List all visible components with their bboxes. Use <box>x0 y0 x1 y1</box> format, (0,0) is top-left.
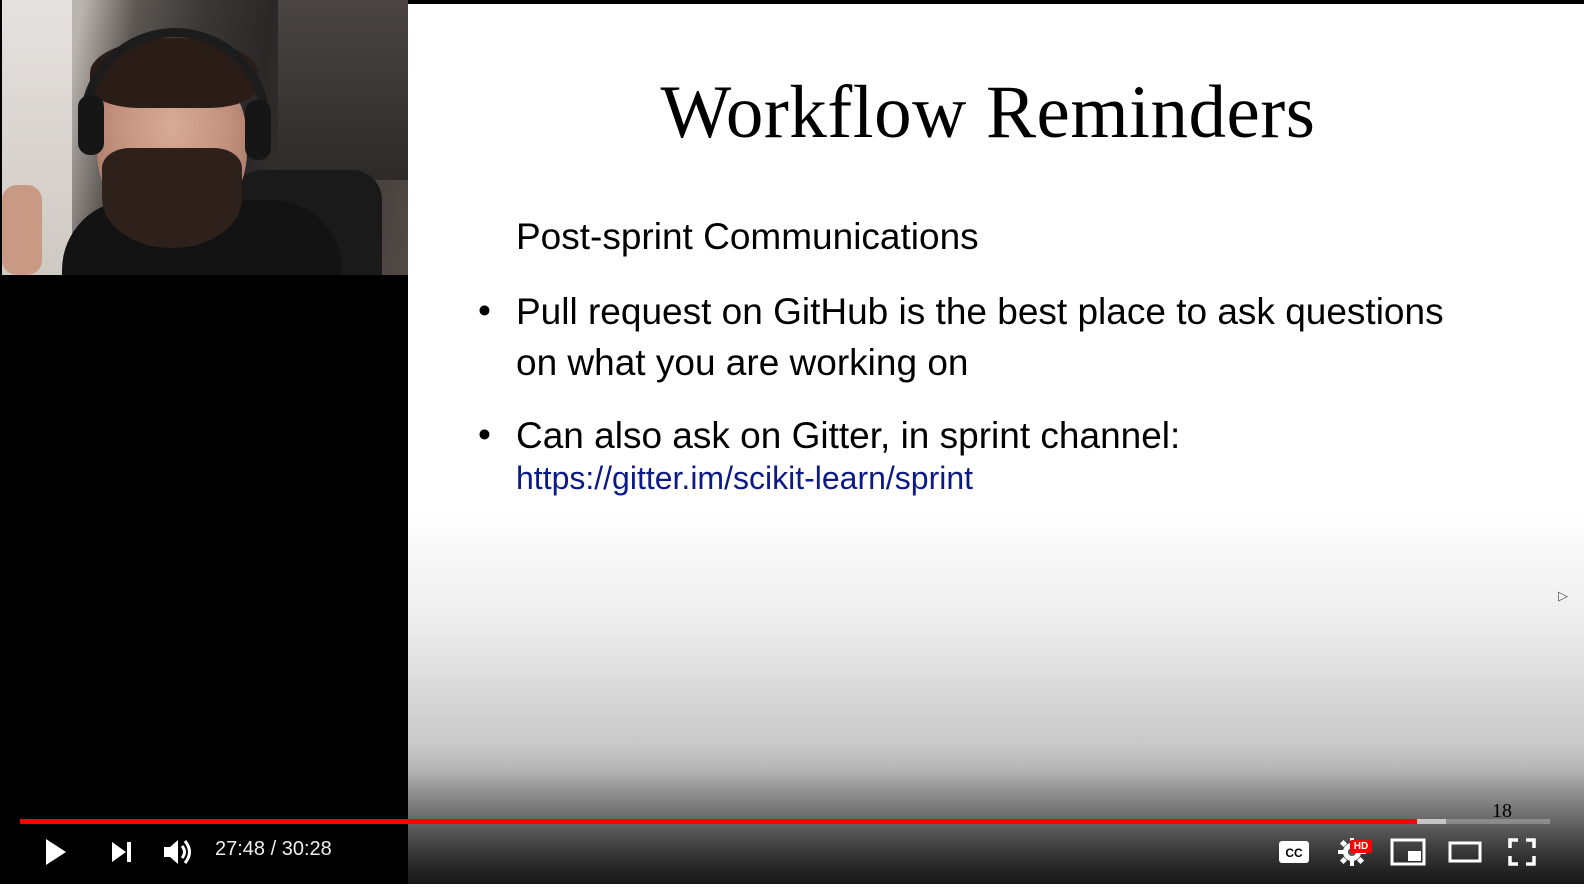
time-display: 27:48 / 30:28 <box>215 838 332 860</box>
next-button[interactable] <box>102 834 142 870</box>
bullet-item: Can also ask on Gitter, in sprint channe… <box>516 410 1536 461</box>
video-player[interactable]: Workflow Reminders Post-sprint Communica… <box>0 0 1584 884</box>
bullet-line: on what you are working on <box>516 342 969 383</box>
slide-title: Workflow Reminders <box>660 71 1316 154</box>
bullet-line: Pull request on GitHub is the best place… <box>516 291 1444 332</box>
theater-mode-button[interactable] <box>1444 834 1486 870</box>
bullet-line: Can also ask on Gitter, in sprint channe… <box>516 415 1181 456</box>
cc-label: CC <box>1285 846 1303 860</box>
miniplayer-icon <box>1390 838 1426 866</box>
hd-badge: HD <box>1350 840 1372 853</box>
next-icon <box>112 842 131 862</box>
play-button[interactable] <box>36 834 76 870</box>
cc-icon: CC <box>1279 841 1309 863</box>
bullet-item: Pull request on GitHub is the best place… <box>516 286 1536 388</box>
volume-icon <box>164 840 191 864</box>
progress-played <box>20 819 1417 824</box>
captions-button[interactable]: CC <box>1274 836 1314 868</box>
webcam-video <box>2 0 408 275</box>
bullet-marker: • <box>478 290 491 331</box>
theater-icon <box>1448 841 1482 863</box>
play-icon <box>46 839 66 865</box>
volume-button[interactable] <box>158 834 198 870</box>
presentation-slide: Workflow Reminders Post-sprint Communica… <box>408 4 1584 884</box>
progress-bar[interactable] <box>20 819 1550 824</box>
bullet-marker: • <box>478 414 491 455</box>
slide-subheading: Post-sprint Communications <box>516 216 979 257</box>
gitter-link: https://gitter.im/scikit-learn/sprint <box>516 460 974 496</box>
fullscreen-icon <box>1508 838 1536 866</box>
mouse-cursor-icon: ▷ <box>1558 588 1568 603</box>
miniplayer-button[interactable] <box>1388 834 1428 870</box>
fullscreen-button[interactable] <box>1502 834 1542 870</box>
